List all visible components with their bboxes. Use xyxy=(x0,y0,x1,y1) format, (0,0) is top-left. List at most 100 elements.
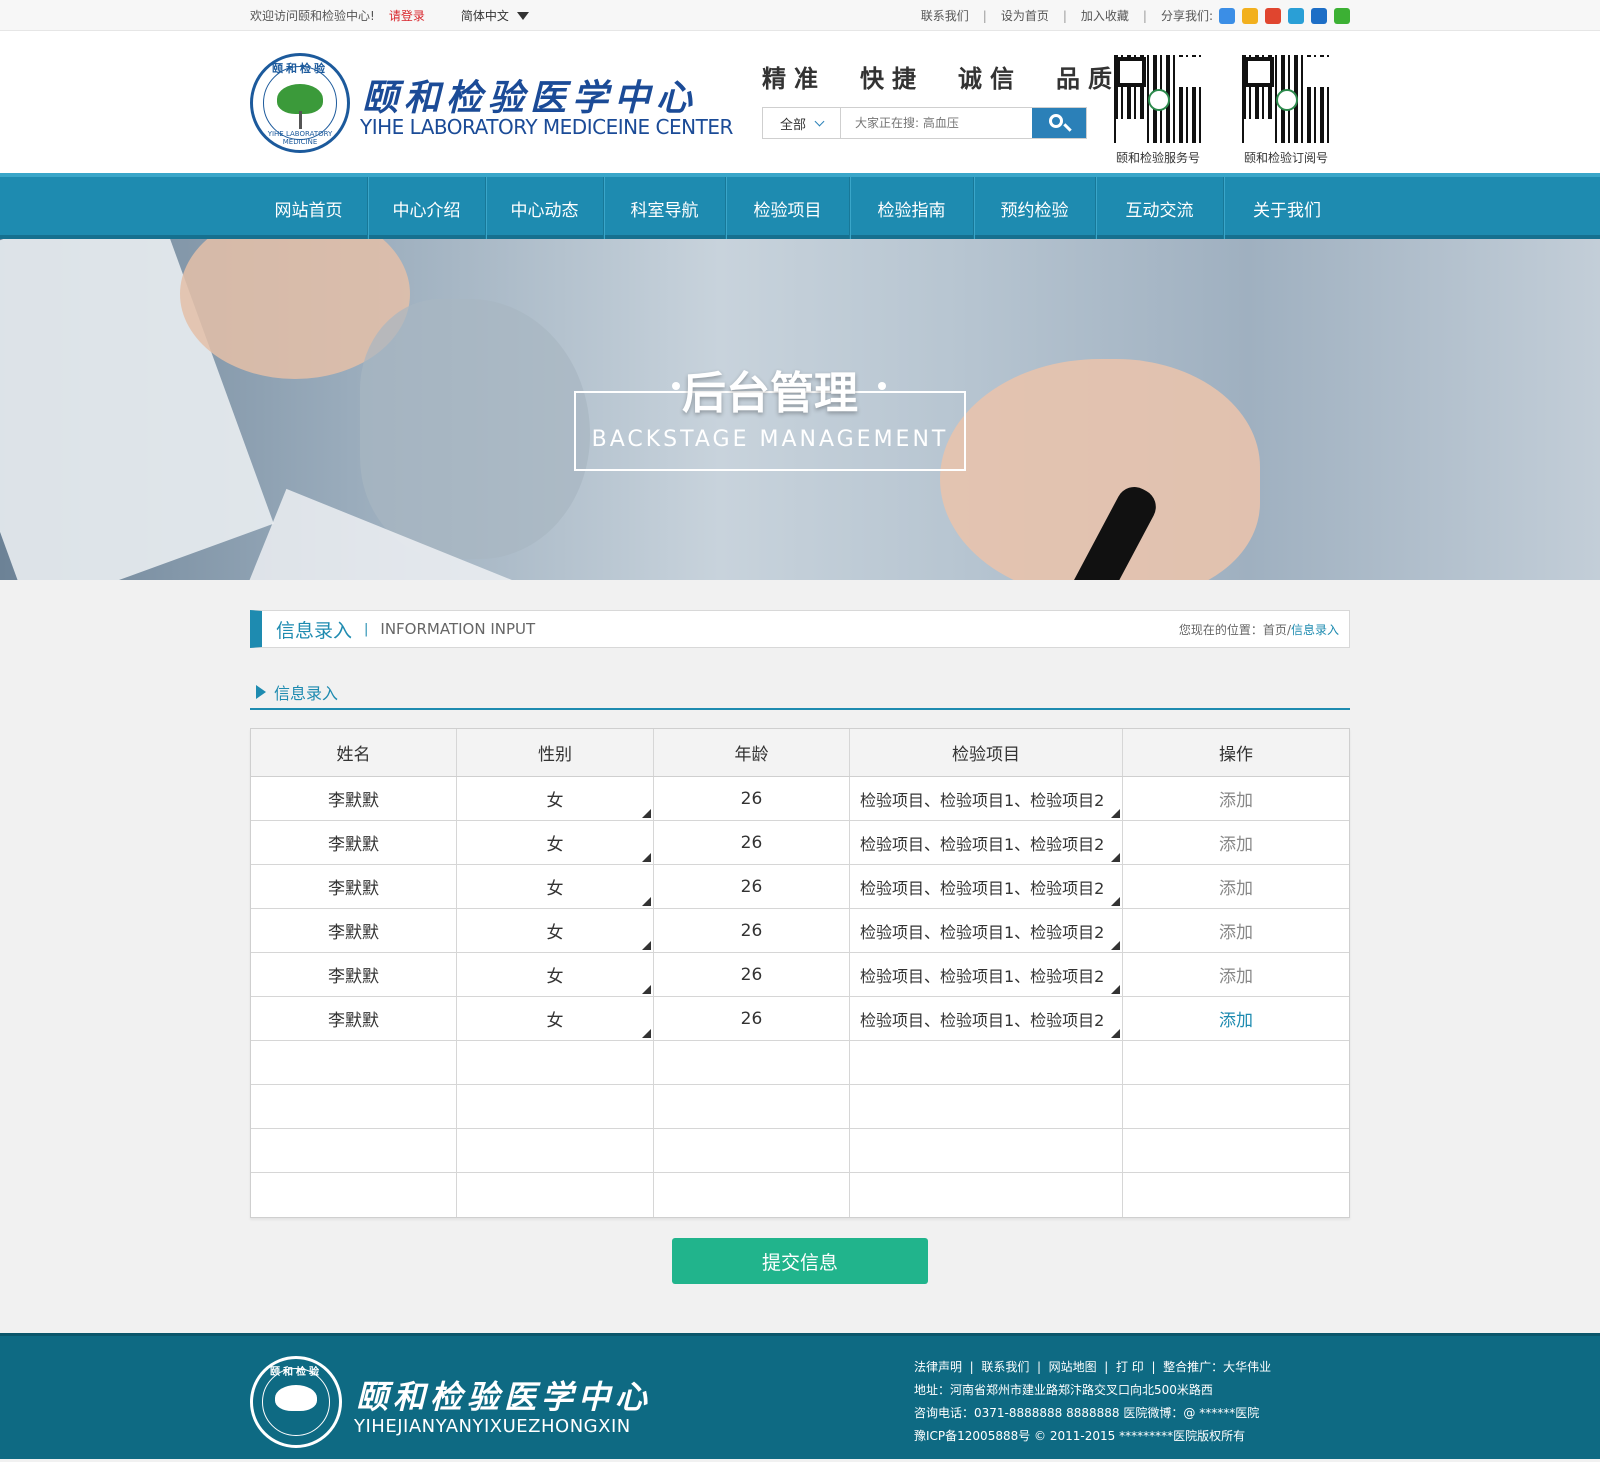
cell-empty[interactable] xyxy=(1123,1173,1349,1217)
cell-empty[interactable] xyxy=(457,1129,654,1172)
nav-appointment[interactable]: 预约检验 xyxy=(974,177,1096,239)
cell-empty[interactable] xyxy=(457,1085,654,1128)
nav-about-us[interactable]: 关于我们 xyxy=(1224,177,1350,239)
resize-handle-icon[interactable] xyxy=(642,941,651,950)
cell-gender[interactable]: 女 xyxy=(457,821,654,864)
qzone-icon[interactable] xyxy=(1219,7,1235,24)
language-select[interactable]: 简体中文 xyxy=(461,7,529,24)
cell-empty[interactable] xyxy=(457,1173,654,1217)
resize-handle-icon[interactable] xyxy=(642,1029,651,1038)
footer-links: 法律声明 | 联系我们 | 网站地图 | 打 印 | 整合推广：大华伟业 xyxy=(914,1360,1272,1374)
column-header-age: 年龄 xyxy=(654,729,850,776)
cell-empty[interactable] xyxy=(1123,1129,1349,1172)
resize-handle-icon[interactable] xyxy=(1111,1029,1120,1038)
cell-empty[interactable] xyxy=(1123,1085,1349,1128)
nav-departments[interactable]: 科室导航 xyxy=(604,177,726,239)
contact-us-link[interactable]: 联系我们 xyxy=(907,7,983,24)
cell-items[interactable]: 检验项目、检验项目1、检验项目2 xyxy=(850,997,1123,1040)
add-favorite-link[interactable]: 加入收藏 xyxy=(1067,7,1143,24)
welcome-text: 欢迎访问颐和检验中心! xyxy=(250,9,375,23)
resize-handle-icon[interactable] xyxy=(642,985,651,994)
cell-name-text: 李默默 xyxy=(328,835,379,855)
cell-empty[interactable] xyxy=(251,1173,457,1217)
cell-age[interactable]: 26 xyxy=(654,953,850,996)
add-button[interactable]: 添加 xyxy=(1219,874,1253,899)
footer-link-print[interactable]: 打 印 xyxy=(1116,1360,1144,1374)
resize-handle-icon[interactable] xyxy=(1111,897,1120,906)
resize-handle-icon[interactable] xyxy=(642,897,651,906)
cell-items[interactable]: 检验项目、检验项目1、检验项目2 xyxy=(850,953,1123,996)
search-input[interactable] xyxy=(841,108,1032,138)
resize-handle-icon[interactable] xyxy=(642,809,651,818)
cell-name: 李默默 xyxy=(251,821,457,864)
add-button[interactable]: 添加 xyxy=(1219,918,1253,943)
cell-empty[interactable] xyxy=(850,1173,1123,1217)
tencent-weibo-icon[interactable] xyxy=(1288,7,1304,24)
logo-icon[interactable]: 颐和检验 YIHE LABORATORY MEDICINE xyxy=(250,53,350,153)
cell-empty[interactable] xyxy=(654,1129,850,1172)
cell-items[interactable]: 检验项目、检验项目1、检验项目2 xyxy=(850,777,1123,820)
cell-age[interactable]: 26 xyxy=(654,821,850,864)
cell-gender-text: 女 xyxy=(546,1011,564,1031)
cell-name: 李默默 xyxy=(251,865,457,908)
footer-brand-en: YIHEJIANYANYIXUEZHONGXIN xyxy=(354,1416,631,1437)
cell-empty[interactable] xyxy=(654,1173,850,1217)
cell-empty[interactable] xyxy=(654,1085,850,1128)
footer-link-sitemap[interactable]: 网站地图 xyxy=(1049,1360,1097,1374)
resize-handle-icon[interactable] xyxy=(1111,853,1120,862)
nav-test-guide[interactable]: 检验指南 xyxy=(850,177,974,239)
set-homepage-link[interactable]: 设为首页 xyxy=(987,7,1063,24)
resize-handle-icon[interactable] xyxy=(1111,809,1120,818)
login-link[interactable]: 请登录 xyxy=(389,7,425,24)
add-button[interactable]: 添加 xyxy=(1219,1006,1253,1031)
footer-link-legal[interactable]: 法律声明 xyxy=(914,1360,962,1374)
add-button[interactable]: 添加 xyxy=(1219,962,1253,987)
table-row-empty xyxy=(251,1173,1349,1217)
cell-items[interactable]: 检验项目、检验项目1、检验项目2 xyxy=(850,865,1123,908)
cell-age[interactable]: 26 xyxy=(654,909,850,952)
dropdown-arrow-icon xyxy=(516,11,529,20)
renren-icon[interactable] xyxy=(1311,7,1327,24)
cell-empty[interactable] xyxy=(251,1041,457,1084)
wechat-icon[interactable] xyxy=(1334,7,1350,24)
nav-interaction[interactable]: 互动交流 xyxy=(1096,177,1224,239)
cell-gender[interactable]: 女 xyxy=(457,865,654,908)
cell-age[interactable]: 26 xyxy=(654,997,850,1040)
add-button[interactable]: 添加 xyxy=(1219,830,1253,855)
add-button[interactable]: 添加 xyxy=(1219,786,1253,811)
submit-button[interactable]: 提交信息 xyxy=(672,1238,928,1284)
resize-handle-icon[interactable] xyxy=(1111,941,1120,950)
cell-items[interactable]: 检验项目、检验项目1、检验项目2 xyxy=(850,821,1123,864)
weibo-icon[interactable] xyxy=(1265,7,1281,24)
cell-empty[interactable] xyxy=(850,1085,1123,1128)
cell-age-text: 26 xyxy=(740,1008,763,1029)
footer-link-contact[interactable]: 联系我们 xyxy=(981,1360,1029,1374)
qr-code-icon xyxy=(1240,53,1332,145)
cell-empty[interactable] xyxy=(850,1129,1123,1172)
cell-age[interactable]: 26 xyxy=(654,777,850,820)
nav-test-items[interactable]: 检验项目 xyxy=(726,177,850,239)
cell-gender[interactable]: 女 xyxy=(457,909,654,952)
star-icon[interactable] xyxy=(1242,7,1258,24)
cell-age[interactable]: 26 xyxy=(654,865,850,908)
cell-empty[interactable] xyxy=(251,1129,457,1172)
cell-gender[interactable]: 女 xyxy=(457,997,654,1040)
nav-home[interactable]: 网站首页 xyxy=(250,177,368,239)
breadcrumb-home-link[interactable]: 首页 xyxy=(1263,623,1287,637)
cell-gender[interactable]: 女 xyxy=(457,953,654,996)
resize-handle-icon[interactable] xyxy=(1111,985,1120,994)
cell-items[interactable]: 检验项目、检验项目1、检验项目2 xyxy=(850,909,1123,952)
search-button[interactable] xyxy=(1032,108,1086,138)
cell-empty[interactable] xyxy=(1123,1041,1349,1084)
cell-empty[interactable] xyxy=(850,1041,1123,1084)
nav-about-center[interactable]: 中心介绍 xyxy=(368,177,486,239)
resize-handle-icon[interactable] xyxy=(642,853,651,862)
nav-news[interactable]: 中心动态 xyxy=(486,177,604,239)
column-header-items: 检验项目 xyxy=(850,729,1123,776)
cell-empty[interactable] xyxy=(654,1041,850,1084)
cell-action: 添加 xyxy=(1123,865,1349,908)
cell-empty[interactable] xyxy=(251,1085,457,1128)
search-scope-select[interactable]: 全部 xyxy=(763,108,841,138)
cell-gender[interactable]: 女 xyxy=(457,777,654,820)
cell-empty[interactable] xyxy=(457,1041,654,1084)
